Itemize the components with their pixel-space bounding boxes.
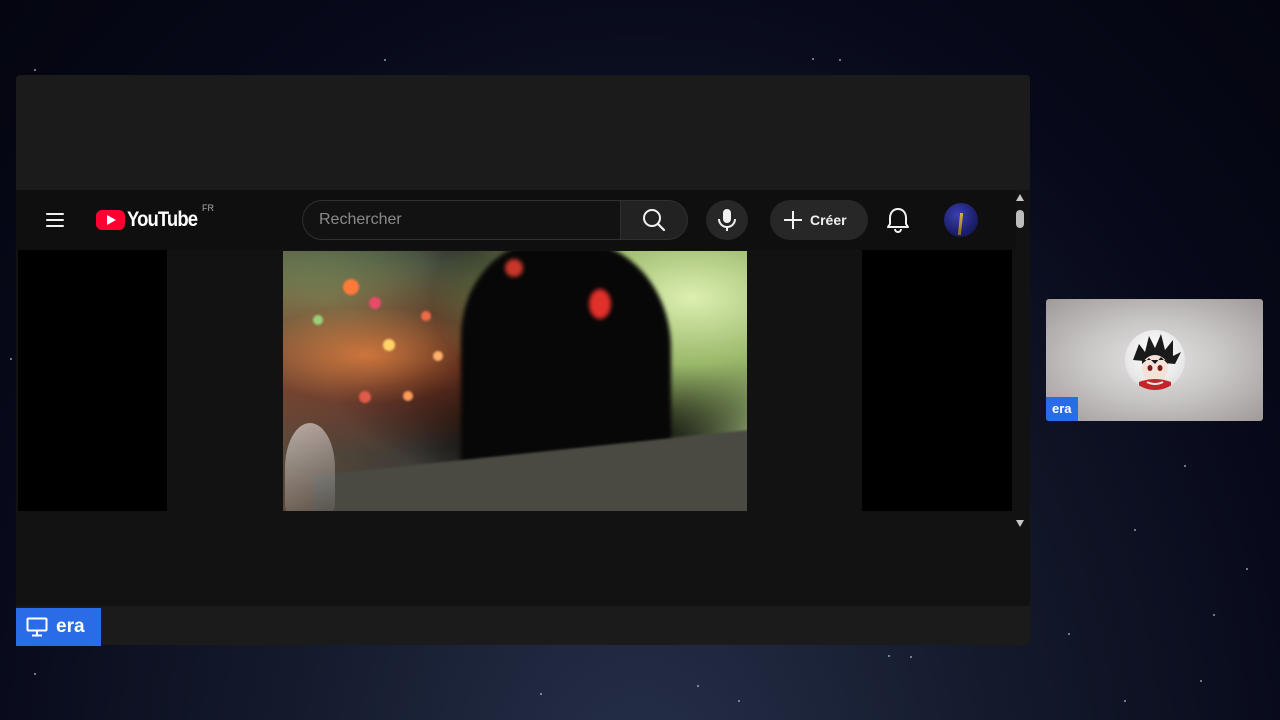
search-icon	[643, 209, 666, 232]
participant-name-tag: era	[1046, 397, 1078, 421]
participant-avatar	[1125, 330, 1185, 390]
participant-tile[interactable]: era	[1046, 299, 1263, 421]
youtube-logo[interactable]: YouTube FR	[96, 203, 214, 233]
shared-screen-tile[interactable]: YouTube FR Rechercher Créer	[16, 75, 1030, 645]
youtube-header: YouTube FR Rechercher Créer	[16, 190, 1016, 250]
monitor-icon	[26, 617, 48, 637]
plus-icon	[784, 211, 802, 229]
left-ad-panel	[18, 250, 167, 511]
page-scrollbar[interactable]	[1014, 190, 1026, 535]
right-ad-panel	[862, 250, 1012, 511]
country-code: FR	[202, 203, 214, 213]
scroll-up-arrow-icon[interactable]	[1016, 194, 1024, 201]
account-avatar[interactable]	[944, 203, 978, 237]
scroll-down-arrow-icon[interactable]	[1016, 520, 1024, 527]
youtube-play-icon	[96, 210, 125, 230]
microphone-icon	[718, 209, 736, 231]
logo-text: YouTube	[127, 208, 198, 231]
voice-search-button[interactable]	[706, 200, 748, 240]
presenter-name: era	[56, 616, 85, 637]
search-input[interactable]	[302, 200, 620, 240]
create-label: Créer	[810, 212, 847, 228]
search-button[interactable]	[620, 200, 688, 240]
create-button[interactable]: Créer	[770, 200, 868, 240]
scroll-thumb[interactable]	[1016, 210, 1024, 228]
presenter-name-tag: era	[16, 608, 101, 646]
anime-character-avatar	[1133, 334, 1181, 390]
notifications-button[interactable]	[882, 204, 914, 236]
video-player[interactable]	[283, 251, 747, 511]
youtube-window: YouTube FR Rechercher Créer	[16, 190, 1030, 606]
bell-icon	[887, 208, 909, 233]
video-glass	[285, 423, 335, 511]
hamburger-menu-icon[interactable]	[42, 207, 70, 233]
